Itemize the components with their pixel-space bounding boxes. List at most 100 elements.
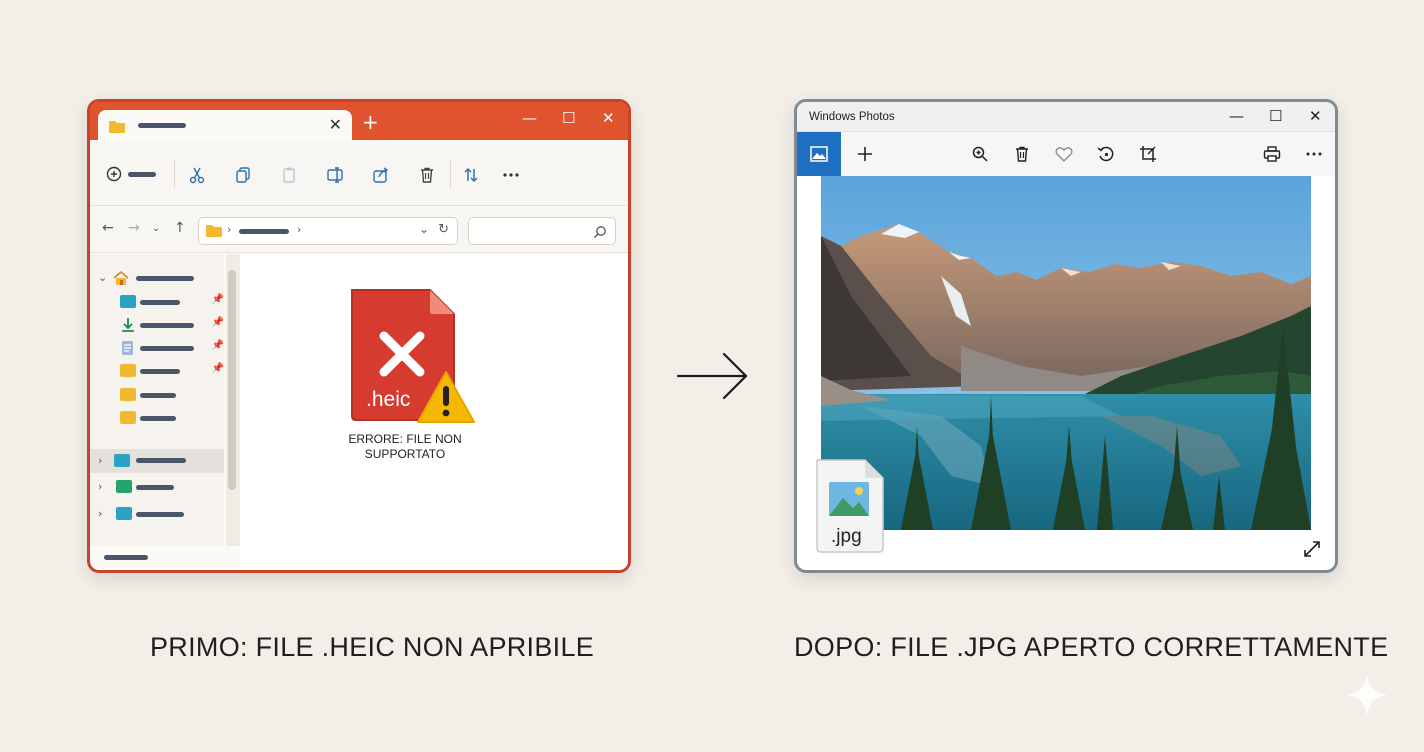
window-title: Windows Photos: [809, 111, 895, 123]
search-input[interactable]: [468, 217, 616, 245]
sidebar-label-placeholder: [136, 512, 184, 517]
photos-toolbar: [797, 132, 1335, 176]
back-icon[interactable]: ←: [102, 220, 114, 236]
sidebar-label-placeholder: [136, 458, 186, 463]
folder-icon: [120, 364, 136, 377]
sidebar-label-placeholder: [140, 369, 180, 374]
new-button-label-placeholder: [128, 171, 156, 177]
explorer-toolbar: [90, 142, 628, 206]
recent-dropdown-icon[interactable]: ⌄: [152, 223, 160, 234]
photos-window: Windows Photos — ☐ ✕ .jpg: [794, 99, 1338, 573]
explorer-titlebar: ✕ + — ☐ ✕: [90, 102, 628, 142]
folder-icon: [120, 388, 136, 401]
more-icon[interactable]: [500, 164, 522, 186]
tab-label-placeholder: [138, 123, 186, 128]
sidebar-scrollbar[interactable]: [228, 270, 236, 490]
address-dropdown-icon[interactable]: ⌄: [419, 222, 429, 236]
address-bar[interactable]: › › ⌄ ↻: [198, 217, 458, 245]
pin-icon[interactable]: 📌: [212, 340, 224, 351]
sidebar-item-linux[interactable]: ›: [90, 504, 224, 526]
rotate-icon[interactable]: [1095, 143, 1117, 165]
pin-icon[interactable]: 📌: [212, 363, 224, 374]
share-icon[interactable]: [370, 164, 392, 186]
expand-chevron-icon[interactable]: ›: [98, 454, 102, 467]
before-caption: PRIMO: FILE .HEIC NON APRIBILE: [150, 632, 595, 662]
sidebar-item-this-pc[interactable]: ›: [90, 449, 224, 473]
expand-chevron-icon[interactable]: ⌄: [98, 271, 107, 284]
maximize-icon[interactable]: ☐: [1269, 106, 1282, 126]
toolbar-divider: [174, 160, 175, 188]
pin-icon[interactable]: 📌: [212, 317, 224, 328]
cut-icon[interactable]: [186, 164, 208, 186]
search-icon: [594, 226, 606, 238]
pin-icon[interactable]: 📌: [212, 294, 224, 305]
add-icon[interactable]: [854, 143, 876, 165]
refresh-icon[interactable]: ↻: [438, 222, 449, 237]
forward-icon[interactable]: →: [128, 220, 140, 236]
new-tab-icon[interactable]: +: [362, 112, 379, 132]
crop-icon[interactable]: [1137, 143, 1159, 165]
sidebar-label-placeholder: [136, 276, 194, 281]
sidebar-label-placeholder: [140, 323, 194, 328]
this-pc-icon: [114, 454, 130, 467]
sort-icon[interactable]: [460, 164, 482, 186]
minimize-icon[interactable]: —: [1229, 106, 1244, 126]
explorer-tab[interactable]: ✕: [98, 110, 352, 142]
minimize-icon[interactable]: —: [522, 108, 537, 128]
print-icon[interactable]: [1261, 143, 1283, 165]
sidebar-item-folder[interactable]: [90, 408, 224, 430]
sidebar-item-folder[interactable]: 📌: [90, 361, 224, 383]
sidebar-label-placeholder: [140, 346, 194, 351]
gallery-icon: [810, 146, 828, 162]
folder-icon: [108, 119, 126, 138]
heic-extension-label: .heic: [366, 388, 411, 411]
sidebar-item-desktop[interactable]: 📌: [90, 292, 224, 314]
landscape-photo: [821, 176, 1311, 530]
new-icon: [106, 166, 122, 182]
new-button[interactable]: [106, 166, 156, 182]
tab-close-icon[interactable]: ✕: [329, 115, 342, 135]
desktop-icon: [120, 295, 136, 308]
sidebar-item-home[interactable]: ⌄: [90, 268, 224, 290]
paste-icon[interactable]: [278, 164, 300, 186]
delete-icon[interactable]: [1011, 143, 1033, 165]
status-bar-placeholder: [104, 555, 148, 560]
file-explorer-window: ✕ + — ☐ ✕ ← → ⌄ ↑ › › ⌄ ↻ ⌄ 📌 📌 📌 📌 › › …: [87, 99, 631, 573]
folder-icon: [120, 411, 136, 424]
delete-icon[interactable]: [416, 164, 438, 186]
sidebar-label-placeholder: [140, 416, 176, 421]
sidebar-item-documents[interactable]: 📌: [90, 338, 224, 360]
favorite-icon[interactable]: [1053, 143, 1075, 165]
fullscreen-icon[interactable]: [1303, 540, 1321, 558]
close-icon[interactable]: ✕: [1309, 106, 1322, 126]
sidebar-label-placeholder: [140, 393, 176, 398]
arrow-right-icon: [676, 352, 748, 400]
address-row: ← → ⌄ ↑ › › ⌄ ↻: [90, 207, 628, 253]
maximize-icon[interactable]: ☐: [562, 108, 575, 128]
close-icon[interactable]: ✕: [602, 108, 615, 128]
toolbar-divider: [450, 160, 451, 188]
expand-chevron-icon[interactable]: ›: [98, 480, 102, 493]
breadcrumb-chevron-icon: ›: [297, 223, 302, 236]
sidebar-item-folder[interactable]: [90, 385, 224, 407]
gallery-button[interactable]: [797, 132, 841, 176]
network-icon: [116, 480, 132, 493]
expand-chevron-icon[interactable]: ›: [98, 507, 102, 520]
copy-icon[interactable]: [232, 164, 254, 186]
rename-icon[interactable]: [324, 164, 346, 186]
home-icon: [113, 270, 129, 285]
jpg-extension-label: .jpg: [831, 526, 862, 547]
photos-titlebar: Windows Photos — ☐ ✕: [797, 102, 1335, 132]
sidebar-item-network[interactable]: ›: [90, 477, 224, 499]
sidebar-item-downloads[interactable]: 📌: [90, 315, 224, 337]
documents-icon: [122, 341, 133, 355]
more-icon[interactable]: [1303, 143, 1325, 165]
after-caption: DOPO: FILE .JPG APERTO CORRETTAMENTE: [794, 632, 1389, 662]
sidebar-label-placeholder: [136, 485, 174, 490]
breadcrumb-chevron-icon: ›: [227, 223, 232, 236]
sidebar-label-placeholder: [140, 300, 180, 305]
downloads-icon: [122, 318, 134, 332]
zoom-icon[interactable]: [969, 143, 991, 165]
up-icon[interactable]: ↑: [174, 220, 186, 236]
heic-file-icon[interactable]: [348, 286, 478, 436]
